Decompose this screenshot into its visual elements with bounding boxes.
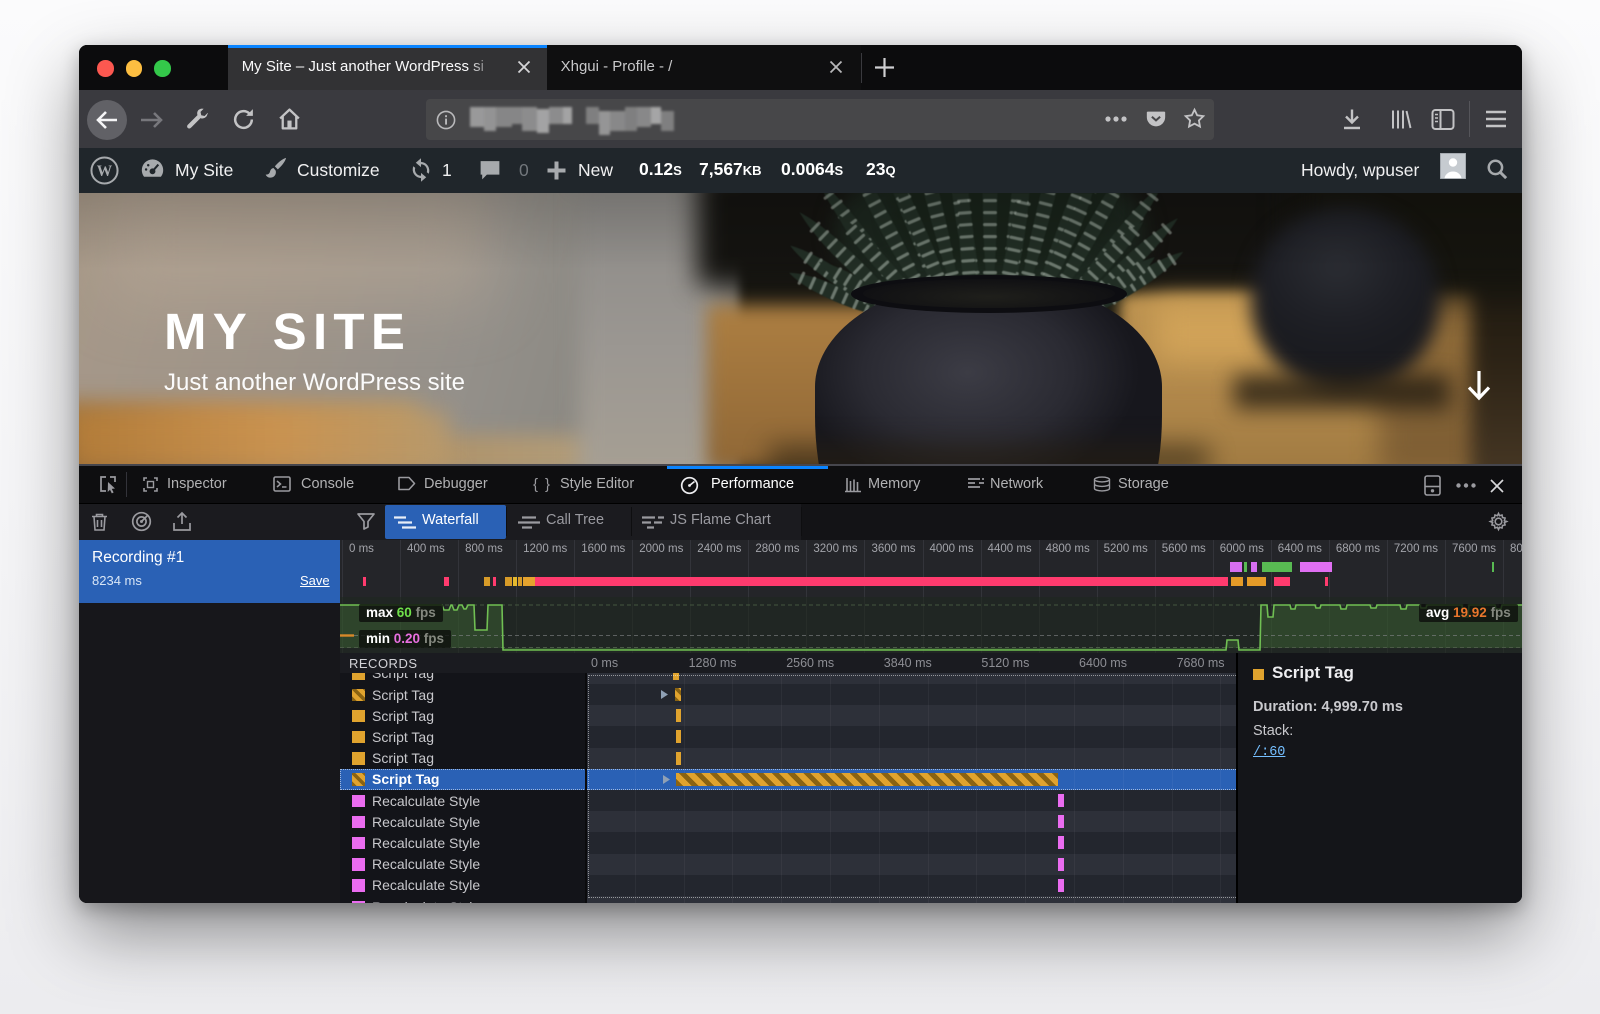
svg-text:W: W: [97, 162, 113, 179]
